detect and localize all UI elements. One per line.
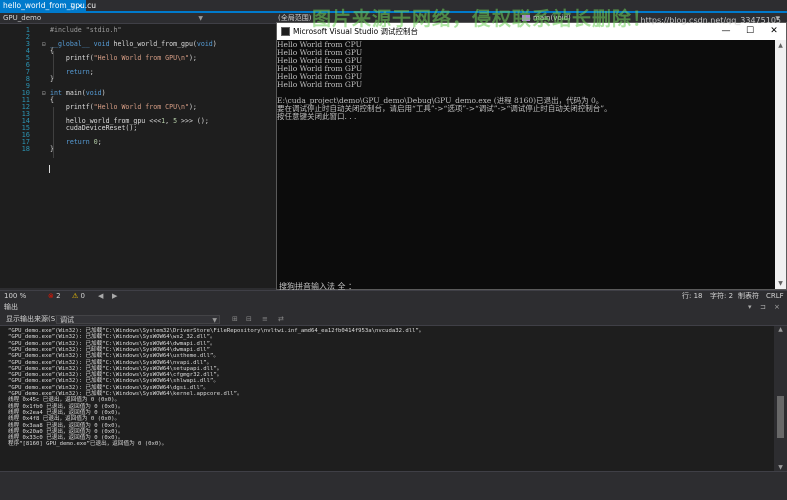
error-count: 2 [56, 292, 61, 300]
column-position: 字符: 2 [710, 292, 734, 300]
warning-icon: ⚠ [72, 292, 79, 300]
output-line: 程序“[8160] GPU_demo.exe”已退出，返回值为 0 (0x0)。 [8, 441, 168, 448]
output-log[interactable]: “GPU_demo.exe”(Win32): 已加载“C:\Windows\Sy… [0, 326, 774, 471]
forward-nav-icon[interactable]: ▶ [112, 291, 117, 301]
maximize-button[interactable]: ☐ [738, 23, 762, 40]
output-line: 线程 0x3aa8 已退出，返回值为 0 (0x0)。 [8, 422, 124, 429]
scroll-up-icon[interactable]: ▲ [775, 40, 786, 51]
indent-mode: 制表符 [738, 292, 759, 300]
chevron-down-icon: ▼ [212, 317, 217, 324]
line-ending: CRLF [766, 292, 784, 300]
code-line: printf("Hello World from CPU\n"); [50, 103, 197, 111]
zoom-level[interactable]: 100 % [4, 291, 26, 301]
scroll-down-icon[interactable]: ▼ [775, 278, 786, 289]
close-tab-icon[interactable]: × [77, 0, 83, 12]
code-line: printf("Hello World from GPU\n"); [50, 54, 197, 62]
text-cursor [49, 165, 50, 173]
line-number-gutter: 1 2 3 4 5 6 7 8 9 10 11 12 13 14 15 16 17 18 [0, 24, 34, 288]
console-scrollbar[interactable]: ▲ ▼ [775, 40, 786, 289]
minimize-button[interactable]: — [714, 23, 738, 40]
close-button[interactable]: ✕ [762, 23, 786, 40]
output-line: 线程 0x45c 已退出，返回值为 0 (0x0)。 [8, 397, 121, 404]
watermark-text: 图片来源于网络，侵权联系站长删除！ [312, 8, 653, 30]
back-nav-icon[interactable]: ◀ [98, 291, 103, 301]
scope-dropdown-value: (全局范围) [278, 14, 312, 22]
tab-hello-world-from-gpu[interactable]: hello_world_from_gpu.cu ⊐ × [0, 0, 96, 12]
indent-guide [53, 51, 54, 78]
line-number: 18 [21, 145, 30, 153]
scroll-up-icon[interactable]: ▲ [774, 326, 787, 333]
output-panel-header: 输出 ▾ ⊐ × [0, 302, 787, 313]
debug-console-window[interactable]: Microsoft Visual Studio 调试控制台 — ☐ ✕ Hell… [276, 22, 787, 291]
output-scrollbar[interactable]: ▲ ▼ [774, 326, 787, 471]
output-source-label: 显示输出来源(S): [6, 315, 61, 323]
find-icon[interactable]: ⊞ [232, 313, 238, 326]
console-app-icon [281, 27, 290, 36]
output-source-dropdown[interactable]: 调试 ▼ [56, 315, 220, 324]
console-output: Hello World from CPU Hello World from GPU… [277, 40, 775, 289]
output-line: “GPU_demo.exe”(Win32): 已加载“C:\Windows\Sy… [8, 384, 209, 391]
toggle-wrap-icon[interactable]: ⇄ [278, 313, 284, 326]
fold-toggle-icon[interactable]: ⊟ [42, 90, 46, 97]
clear-icon[interactable]: ⊟ [246, 313, 252, 326]
project-dropdown[interactable]: GPU_demo ▼ [3, 14, 203, 23]
warning-indicator[interactable]: ⚠ 0 [72, 291, 85, 301]
code-line: return; [65, 68, 94, 76]
pin-icon[interactable]: ⊐ [760, 302, 766, 313]
output-panel-title: 输出 [4, 303, 18, 311]
output-line: “GPU_demo.exe”(Win32): 已加载“C:\Windows\Sy… [8, 353, 219, 360]
bottom-status-bar [0, 471, 787, 500]
code-line: int main(void) [50, 89, 106, 97]
output-line: “GPU_demo.exe”(Win32): 已加载“C:\Windows\Sy… [8, 378, 219, 385]
code-line: cudaDeviceReset(); [50, 124, 138, 132]
code-editor[interactable]: 1 2 3 4 5 6 7 8 9 10 11 12 13 14 15 16 17 18 #include "st… [0, 24, 277, 288]
pin-icon[interactable]: ⊐ [70, 0, 75, 12]
credit-text: https://blog.csdn.net/qq_33475105 [640, 16, 781, 25]
fold-toggle-icon[interactable]: ⊟ [42, 41, 46, 48]
code-line: __global__ void hello_world_from_gpu(voi… [50, 40, 217, 48]
wrap-icon[interactable]: ≡ [262, 313, 268, 326]
output-line: “GPU_demo.exe”(Win32): 已加载“C:\Windows\Sy… [8, 340, 216, 347]
project-dropdown-value: GPU_demo [3, 14, 42, 22]
close-icon[interactable]: × [774, 302, 780, 313]
output-line: “GPU_demo.exe”(Win32): 已加载“C:\Windows\Sy… [8, 334, 216, 341]
scroll-thumb[interactable] [777, 396, 784, 438]
output-source-value: 调试 [60, 316, 74, 324]
line-position: 行: 18 [682, 292, 703, 300]
code-line: return 0; [65, 138, 102, 146]
output-line: 线程 0x1fb0 已退出，返回值为 0 (0x0)。 [8, 403, 124, 410]
output-toolbar: 显示输出来源(S): 调试 ▼ ⊞ ⊟ ≡ ⇄ [0, 313, 787, 326]
console-line: Hello World from GPU [277, 80, 363, 89]
code-line: #include "stdio.h" [50, 26, 122, 34]
console-line: 按任意键关闭此窗口. . . [277, 112, 357, 121]
output-line: “GPU_demo.exe”(Win32): 已加载“C:\Windows\Sy… [8, 359, 213, 366]
chevron-down-icon: ▼ [198, 15, 203, 22]
editor-status-strip: 100 % ⊗ 2 ⚠ 0 ◀ ▶ 行: 18 字符: 2 制表符 CRLF [0, 290, 787, 301]
indent-guide [53, 107, 54, 158]
output-line: 线程 0x4f8 已退出，返回值为 0 (0x0)。 [8, 416, 121, 423]
error-icon: ⊗ [48, 292, 54, 300]
warning-count: 0 [80, 292, 85, 300]
dropdown-icon[interactable]: ▾ [748, 302, 752, 313]
scroll-down-icon[interactable]: ▼ [774, 464, 787, 471]
error-indicator[interactable]: ⊗ 2 [48, 291, 61, 301]
